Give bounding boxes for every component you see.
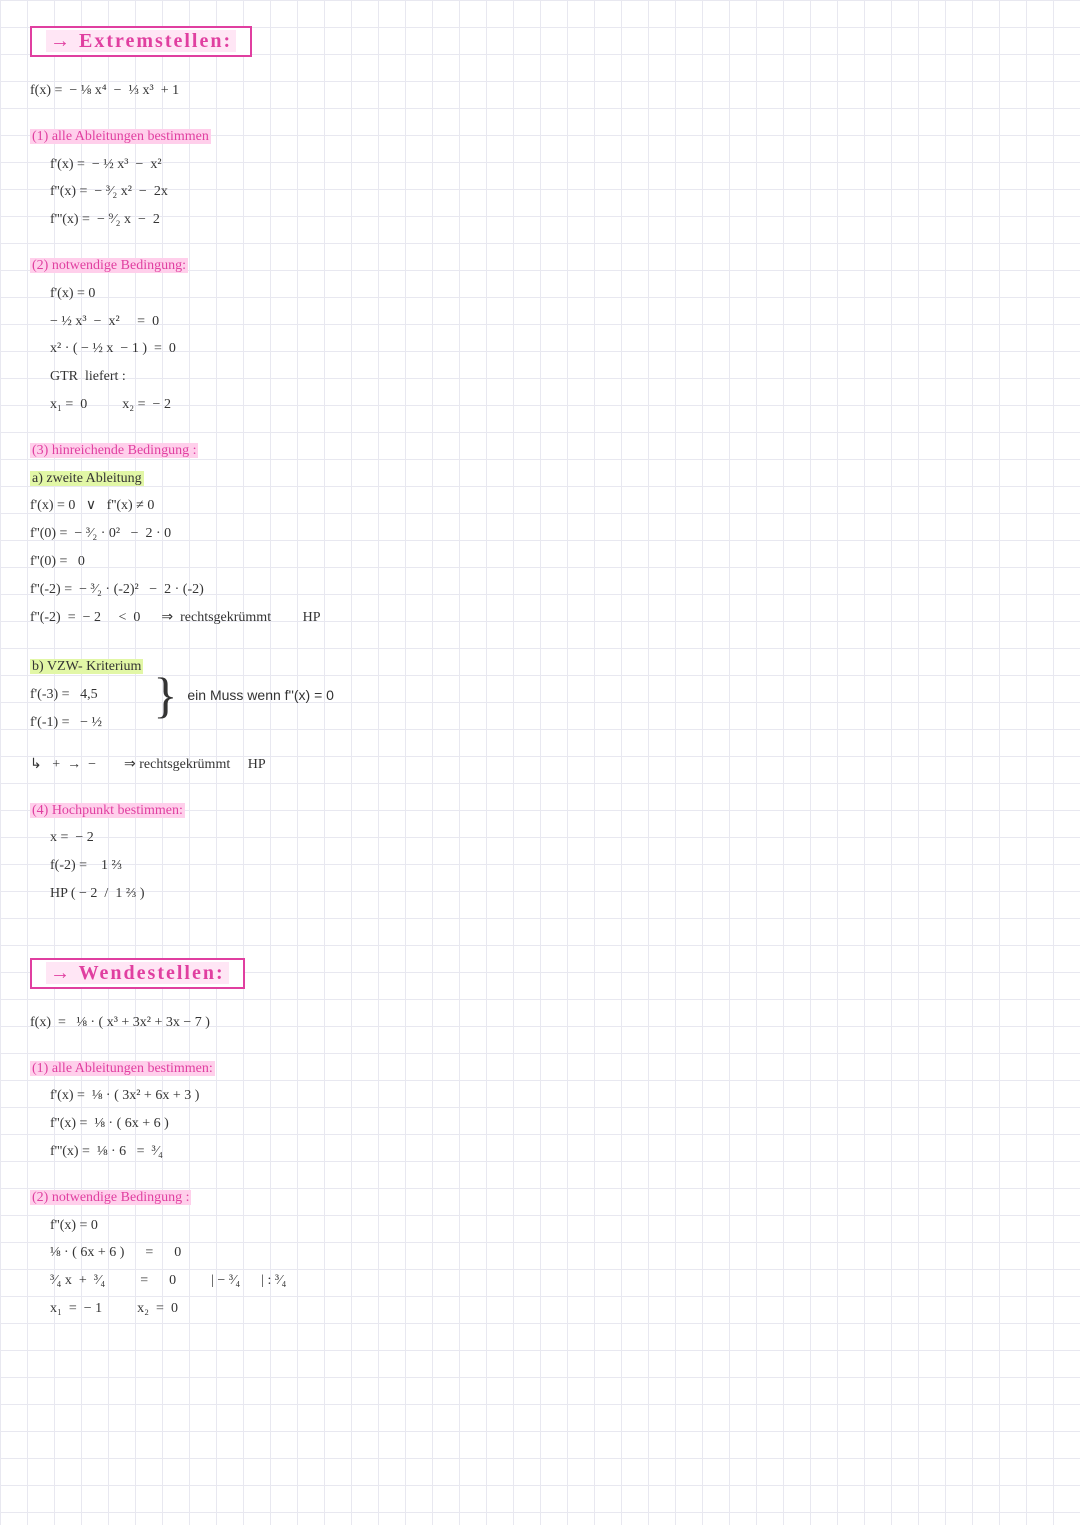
s1-nb3: x² · ( − ½ x − 1 ) = 0 — [30, 337, 1050, 361]
curly-brace-icon: } — [153, 670, 177, 720]
s1-nb1: f'(x) = 0 — [30, 282, 1050, 306]
s1-s3b-title: b) VZW- Kriterium — [30, 655, 143, 679]
extremstellen-heading: → Extremstellen: — [30, 26, 252, 57]
s1-hp1: x = − 2 — [30, 826, 1050, 850]
s1-nb2: − ½ x³ − x² = 0 — [30, 310, 1050, 334]
s1-d3: f'''(x) = − ⁹⁄₂ x − 2 — [30, 208, 1050, 232]
s2-nb1: f''(x) = 0 — [30, 1214, 1050, 1238]
wendestellen-heading: → Wendestellen: — [30, 958, 245, 989]
s2-d1: f'(x) = ⅛ · ( 3x² + 6x + 3 ) — [30, 1084, 1050, 1108]
s1-hb1: f'(x) = 0 ∨ f''(x) ≠ 0 — [30, 494, 1050, 518]
s1-hp2: f(-2) = 1 ⅔ — [30, 854, 1050, 878]
s1-d1: f'(x) = − ½ x³ − x² — [30, 153, 1050, 177]
wendestellen-title: → Wendestellen: — [46, 962, 229, 984]
s2-step1-title: (1) alle Ableitungen bestimmen: — [30, 1057, 1050, 1081]
extremstellen-title: → Extremstellen: — [46, 30, 236, 52]
s1-hb2: f''(0) = − ³⁄₂ · 0² − 2 · 0 — [30, 522, 1050, 546]
s1-nb5: x₁ = 0 x₂ = − 2 — [30, 393, 1050, 417]
s1-hb4: f''(-2) = − ³⁄₂ · (-2)² − 2 · (-2) — [30, 578, 1050, 602]
s1-step3-title: (3) hinreichende Bedingung : — [30, 439, 1050, 463]
s1-hb3: f''(0) = 0 — [30, 550, 1050, 574]
s2-nb2: ⅛ · ( 6x + 6 ) = 0 — [30, 1241, 1050, 1265]
s2-d3: f'''(x) = ⅛ · 6 = ³⁄₄ — [30, 1140, 1050, 1164]
vzw-note: ein Muss wenn f''(x) = 0 — [187, 687, 334, 703]
s2-nb3: ³⁄₄ x + ³⁄₄ = 0 | − ³⁄₄ | : ³⁄₄ — [30, 1269, 1050, 1293]
s1-nb4: GTR liefert : — [30, 365, 1050, 389]
s2-step2-title: (2) notwendige Bedingung : — [30, 1186, 1050, 1210]
s1-hb5: f''(-2) = − 2 < 0 ⇒ rechtsgekrümmt HP — [30, 606, 1050, 630]
s1-step1-title: (1) alle Ableitungen bestimmen — [30, 125, 1050, 149]
s1-function: f(x) = − ⅛ x⁴ − ⅓ x³ + 1 — [30, 79, 1050, 103]
s1-vz3: ↳ + → − ⇒ rechtsgekrümmt HP — [30, 753, 1050, 777]
s2-nb4: x₁ = − 1 x₂ = 0 — [30, 1297, 1050, 1321]
s1-d2: f''(x) = − ³⁄₂ x² − 2x — [30, 180, 1050, 204]
s1-hp3: HP ( − 2 / 1 ⅔ ) — [30, 882, 1050, 906]
s1-step2-title: (2) notwendige Bedingung: — [30, 254, 1050, 278]
s1-s3a-title: a) zweite Ableitung — [30, 467, 1050, 491]
vzw-group: b) VZW- Kriterium f'(-3) = 4,5 f'(-1) = … — [30, 651, 1050, 738]
s1-vz1: f'(-3) = 4,5 — [30, 683, 143, 707]
s1-step4-title: (4) Hochpunkt bestimmen: — [30, 799, 1050, 823]
s1-vz2: f'(-1) = − ½ — [30, 711, 143, 735]
s2-d2: f''(x) = ⅛ · ( 6x + 6 ) — [30, 1112, 1050, 1136]
s2-function: f(x) = ⅛ · ( x³ + 3x² + 3x − 7 ) — [30, 1011, 1050, 1035]
